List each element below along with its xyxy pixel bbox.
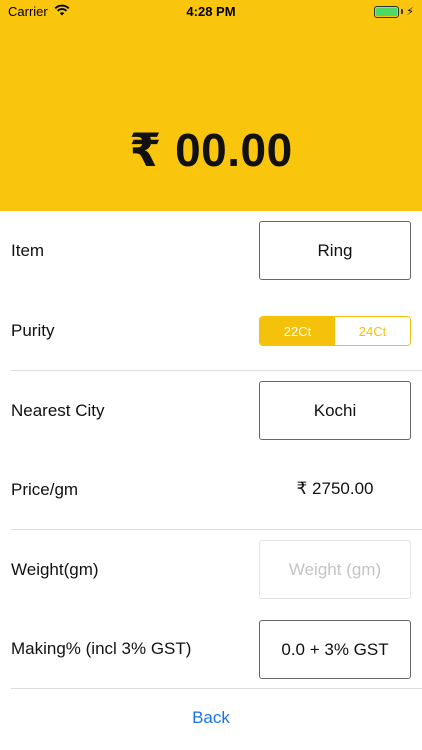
battery-cap (401, 9, 404, 14)
purity-option-22ct[interactable]: 22Ct (260, 317, 335, 345)
city-selector-button[interactable]: Kochi (259, 381, 411, 440)
clock: 4:28 PM (186, 4, 236, 19)
making-label: Making% (incl 3% GST) (11, 639, 192, 658)
purity-label: Purity (11, 321, 55, 340)
total-amount: ₹ 00.00 (129, 124, 293, 176)
price-per-gm-label: Price/gm (11, 480, 79, 499)
battery-level (376, 7, 398, 16)
purity-option-24ct[interactable]: 24Ct (335, 317, 410, 345)
item-label: Item (11, 241, 45, 260)
price-per-gm-value: ₹ 2750.00 (296, 479, 374, 498)
battery-group: ⚡ (374, 5, 414, 18)
charging-bolt-icon: ⚡ (406, 6, 414, 18)
battery-icon (374, 5, 400, 18)
divider (11, 529, 422, 530)
nearest-city-label: Nearest City (11, 401, 105, 420)
item-selector-button[interactable]: Ring (259, 221, 411, 280)
weight-label: Weight(gm) (11, 560, 99, 579)
purity-segmented-control[interactable]: 22Ct 24Ct (259, 316, 411, 346)
status-bar: Carrier 4:28 PM ⚡ (0, 0, 422, 22)
making-charge-button[interactable]: 0.0 + 3% GST (259, 620, 411, 679)
amount-header (0, 0, 422, 211)
back-button[interactable]: Back (0, 708, 422, 728)
divider (11, 370, 422, 371)
divider (11, 688, 422, 689)
weight-input[interactable]: Weight (gm) (259, 540, 411, 599)
